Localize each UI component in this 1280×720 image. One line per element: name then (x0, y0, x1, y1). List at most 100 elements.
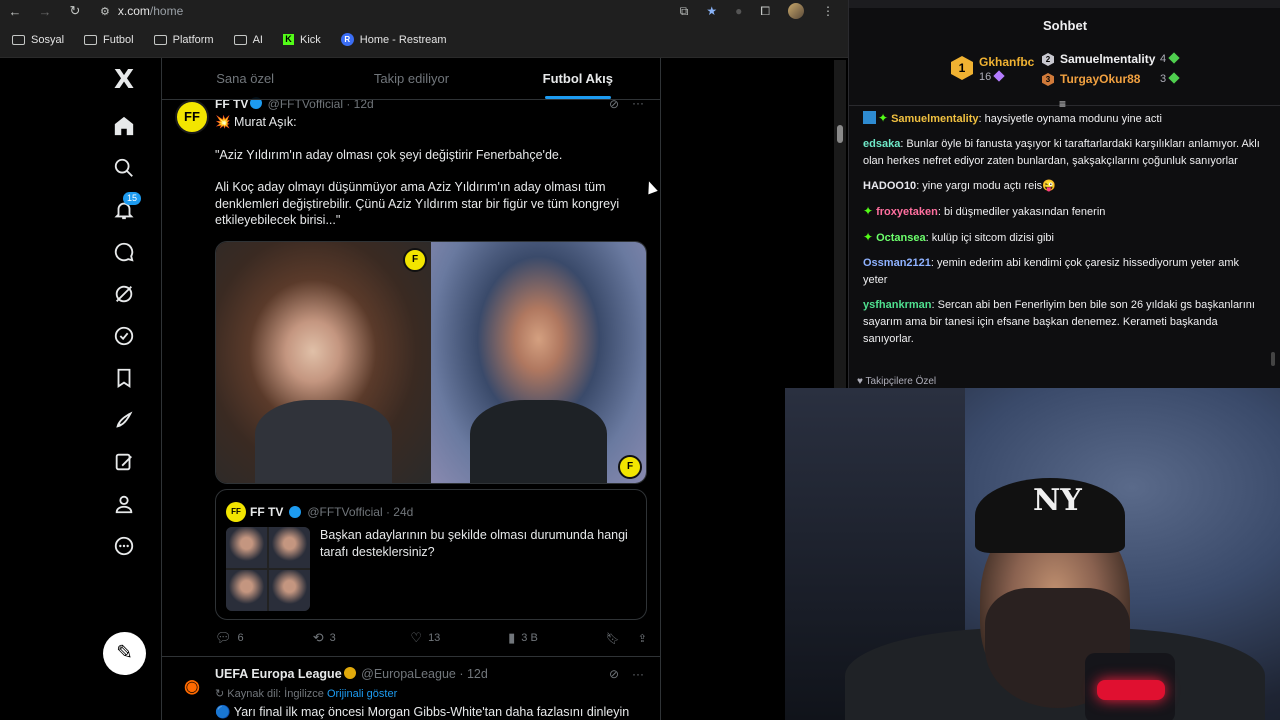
edit-icon[interactable] (112, 451, 136, 475)
search-icon[interactable] (112, 157, 136, 181)
post-image[interactable]: F F (215, 241, 647, 484)
verified-icon[interactable] (112, 325, 136, 349)
expand-leaderboard-icon[interactable]: ≡ (1059, 97, 1066, 111)
install-app-icon[interactable]: ⧉ (680, 4, 689, 19)
x-logo-icon[interactable]: X (112, 67, 136, 93)
tab-following[interactable]: Takip ediliyor (328, 58, 494, 99)
chat-username[interactable]: Ossman2121 (863, 257, 931, 269)
chat-username[interactable]: froxyetaken (876, 206, 938, 218)
scrollbar-thumb[interactable] (837, 125, 843, 143)
bell-icon[interactable]: 15 (112, 192, 142, 223)
profile-icon[interactable] (112, 493, 136, 517)
rank-3-badge: 3 (1042, 73, 1054, 86)
chat-message: ysfhankrman: Sercan abi ben Fenerliyim b… (863, 297, 1265, 348)
tab-for-you[interactable]: Sana özel (162, 58, 328, 99)
chat-message: Ossman2121: yemin ederim abi kendimi çok… (863, 255, 1265, 289)
views-button[interactable]: ▮ 3 B (508, 630, 606, 646)
compose-post-button[interactable]: ✎ (103, 632, 146, 675)
quoted-image (226, 527, 310, 611)
webcam-feed: NY (785, 388, 1280, 720)
back-icon[interactable]: ← (0, 4, 30, 19)
quoted-post[interactable]: FF FF TV @FFTVofficial · 24d Başkan aday… (215, 489, 647, 620)
leader-1-count: 16 (979, 70, 1005, 83)
bookmark-folder-platform[interactable]: Platform (153, 34, 214, 46)
bookmark-restream[interactable]: R Home - Restream (340, 33, 447, 46)
chat-icon[interactable] (112, 241, 136, 265)
url-site: x.com (117, 4, 150, 18)
bar-chart-icon: ▮ (508, 630, 516, 645)
show-original-link[interactable]: Orijinali göster (327, 688, 397, 700)
chat-username[interactable]: ysfhankrman (863, 299, 931, 311)
rank-1-badge: 1 (951, 56, 973, 80)
post-more-icon[interactable]: ··· (632, 667, 644, 681)
address-bar[interactable]: ⚙ x.com/home (100, 4, 183, 18)
gift-icon (993, 70, 1005, 82)
quoted-author-name: FF TV (250, 505, 284, 519)
chat-mode-label: ♥ Takipçilere Özel (857, 376, 937, 387)
bookmark-kick[interactable]: K Kick (282, 33, 321, 46)
rank-2-badge: 2 (1042, 53, 1054, 66)
folder-icon (153, 34, 167, 45)
leader-1-name[interactable]: Gkhanfbc (979, 55, 1034, 69)
photo-right: F (431, 242, 646, 483)
bookmark-folder-futbol[interactable]: Futbol (84, 34, 134, 46)
post-text-line: Ali Koç aday olmayı düşünmüyor ama Aziz … (215, 180, 620, 227)
repost-count: 3 (329, 632, 336, 644)
reload-icon[interactable]: ↻ (60, 3, 90, 19)
repost-button[interactable]: ⟲ 3 (313, 630, 411, 646)
extension-icon[interactable]: ● (735, 4, 742, 18)
notification-count-badge: 15 (123, 192, 142, 205)
forward-icon[interactable]: → (30, 4, 60, 19)
post-handle-time[interactable]: @EuropaLeague · 12d (361, 667, 488, 681)
folder-icon (12, 34, 25, 45)
timeline: Sana özel Takip ediliyor Futbol Akış FF … (162, 58, 661, 720)
post-text-line: 💥 Murat Aşık: (215, 115, 297, 129)
like-count: 13 (428, 632, 441, 644)
folder-icon (233, 34, 247, 45)
heart-icon: ♡ (410, 630, 423, 645)
chat-scrollbar[interactable] (1271, 352, 1275, 366)
post-author-name[interactable]: UEFA Europa League (215, 667, 342, 681)
chat-message: edsaka: Bunlar öyle bi fanusta yaşıyor k… (863, 136, 1265, 170)
chat-username[interactable]: HADOO10 (863, 180, 916, 192)
chat-text: kulüp içi sitcom dizisi gibi (928, 232, 1054, 244)
more-icon[interactable] (112, 535, 136, 559)
menu-kebab-icon[interactable]: ⋮ (822, 4, 834, 18)
bookmark-icon[interactable] (112, 367, 136, 391)
home-icon[interactable] (112, 115, 136, 139)
quoted-avatar: FF (226, 502, 246, 522)
gold-verified-badge-icon (343, 667, 356, 679)
post[interactable]: ◉ UEFA Europa League @EuropaLeague · 12d… (162, 656, 660, 720)
profile-avatar[interactable] (788, 3, 804, 19)
like-button[interactable]: ♡ 13 (410, 630, 508, 646)
bookmark-label: Futbol (103, 33, 134, 46)
post-avatar[interactable]: FF (175, 100, 209, 134)
reply-button[interactable]: 💬︎ 6 (215, 630, 313, 646)
chat-leaderboard: 1 Gkhanfbc 16 2 Samuelmentality 4 3 Turg… (849, 44, 1280, 111)
gift-icon (1168, 52, 1180, 64)
chat-username[interactable]: Samuelmentality (891, 113, 978, 125)
chat-username[interactable]: edsaka (863, 138, 900, 150)
post-header: UEFA Europa League @EuropaLeague · 12d (215, 667, 488, 681)
europa-league-avatar[interactable]: ◉ (175, 669, 209, 703)
rocket-icon[interactable] (112, 409, 136, 433)
bookmark-folder-ai[interactable]: AI (233, 34, 263, 46)
bookmark-star-icon[interactable]: ★ (706, 4, 717, 18)
bookmark-icon[interactable]: 🔖︎ (606, 632, 620, 645)
tab-futbol-akis[interactable]: Futbol Akış (495, 58, 660, 99)
grok-explain-icon[interactable]: ⊘ (609, 667, 619, 681)
share-icon[interactable]: ⇪ (638, 632, 647, 645)
leader-2-name[interactable]: Samuelmentality (1060, 52, 1155, 66)
extensions-puzzle-icon[interactable]: ⧠ (760, 4, 770, 19)
browser-toolbar: ← → ↻ ⚙ x.com/home ⧉ ★ ● ⧠ ⋮ (0, 0, 848, 22)
screen: ← → ↻ ⚙ x.com/home ⧉ ★ ● ⧠ ⋮ Sosyal Futb… (0, 0, 1280, 720)
site-info-icon[interactable]: ⚙ (100, 5, 110, 18)
bookmark-label: Home - Restream (359, 33, 447, 46)
post-tail-actions: 🔖︎ ⇪ (606, 632, 647, 645)
bookmark-folder-sosyal[interactable]: Sosyal (12, 34, 64, 46)
grok-icon[interactable] (112, 283, 136, 307)
leader-2-count: 4 (1160, 52, 1180, 65)
chat-username[interactable]: Octansea (876, 232, 926, 244)
leader-3-name[interactable]: TurgayOkur88 (1060, 72, 1140, 86)
bookmark-label: Kick (299, 33, 321, 46)
